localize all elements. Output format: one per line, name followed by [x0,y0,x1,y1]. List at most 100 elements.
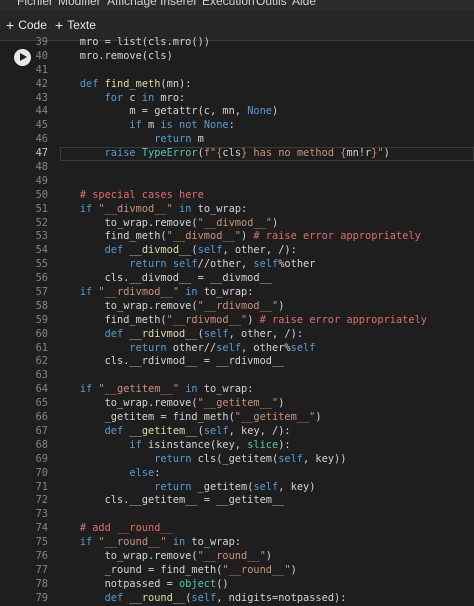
code-token: return [154,480,192,493]
code-line[interactable]: 47 raise TypeError(f"{cls} has no method… [0,147,474,162]
code-line[interactable]: 79 def __round__(self, ndigits=notpassed… [0,592,474,606]
code-line[interactable]: 61 return other//self, other%self [0,342,474,356]
code-line[interactable]: 76 to_wrap.remove("__round__") [0,550,474,564]
code-line[interactable]: 55 return self//other, self%other [0,258,474,272]
line-number: 72 [35,494,48,507]
code-line[interactable]: 78 notpassed = object() [0,578,474,592]
code-line[interactable]: 70 else: [0,467,474,481]
code-token: None [203,119,229,132]
code-token: def [104,424,124,437]
menu-modifier[interactable]: Modifier [58,0,101,8]
line-number: 54 [35,244,48,257]
line-number: 53 [35,230,48,243]
code-line[interactable]: 48 [0,161,474,175]
code-token: , other% [241,341,291,354]
code-token: cls.__getitem__ = __getitem__ [55,494,285,507]
code-token: def [79,77,99,90]
code-line[interactable]: 73 [0,508,474,522]
menu-execution[interactable]: Exécution [202,0,255,8]
line-number: 76 [35,549,48,562]
code-line[interactable]: 39 mro = list(cls.mro()) [0,36,474,50]
code-line[interactable]: 67 def __getitem__(self, key, /): [0,425,474,439]
code-token: mro.remove(cls) [55,49,173,62]
code-line[interactable]: 75 if "__round__" in to_wrap: [0,536,474,550]
code-token: ) [278,299,285,312]
line-number: 75 [35,536,48,549]
add-code-cell-button[interactable]: + Code [6,16,47,34]
code-token: m [191,133,204,146]
code-line[interactable]: 45 if m is not None: [0,119,474,133]
code-line[interactable]: 52 to_wrap.remove("__divmod__") [0,217,474,231]
line-number: 52 [35,216,48,229]
code-line[interactable]: 64 if "__getitem__" in to_wrap: [0,383,474,397]
code-token: self [253,480,279,493]
code-token: None [247,105,272,118]
code-token: ) [241,230,254,243]
code-line[interactable]: 44 m = getattr(c, mn, None) [0,105,474,119]
code-token: "__divmod__" [166,230,241,243]
code-line[interactable]: 65 to_wrap.remove("__getitem__") [0,397,474,411]
code-line[interactable]: 54 def __divmod__(self, other, /): [0,244,474,258]
menu-inserer[interactable]: Insérer [160,0,197,8]
code-line[interactable]: 41 [0,64,474,78]
line-number: 51 [35,202,48,215]
code-line[interactable]: 43 for c in mro: [0,92,474,106]
code-line[interactable]: 72 cls.__getitem__ = __getitem__ [0,494,474,508]
code-token: ) [265,549,272,562]
code-line[interactable]: 57 if "__rdivmod__" in to_wrap: [0,286,474,300]
code-token: slice [247,438,279,451]
code-line[interactable]: 74 # add __round__ [0,522,474,536]
code-token: "__divmod__" [98,202,173,215]
code-line[interactable]: 60 def __rdivmod__(self, other, /): [0,328,474,342]
code-line[interactable]: 42 def find_meth(mn): [0,78,474,92]
code-line[interactable]: 68 if isinstance(key, slice): [0,439,474,453]
code-token: return [154,452,192,465]
menu-bar: Fichier Modifier Affichage Insérer Exécu… [0,0,474,10]
code-token: %other [278,258,316,271]
code-line[interactable]: 53 find_meth("__divmod__") # raise error… [0,230,474,244]
menu-fichier[interactable]: Fichier [17,0,53,8]
code-token: to_wrap.remove( [55,299,198,312]
code-token: "__round__" [222,563,291,576]
code-line[interactable]: 51 if "__divmod__" in to_wrap: [0,203,474,217]
code-line[interactable]: 77 _round = find_meth("__round__") [0,564,474,578]
code-line[interactable]: 50 # special cases here [0,189,474,203]
code-token: _round = find_meth( [55,563,223,576]
code-token: _getitem = find_meth( [55,411,235,424]
code-line[interactable]: 69 return cls(_getitem(self, key)) [0,453,474,467]
code-token: () [216,577,229,590]
code-token: (mn): [160,77,192,90]
code-line[interactable]: 46 return m [0,133,474,147]
code-line[interactable]: 49 [0,175,474,189]
code-token: self [253,258,279,271]
add-text-cell-button[interactable]: + Texte [55,16,96,34]
code-token: cls(_getitem( [191,452,279,465]
add-text-label: Texte [67,18,96,32]
code-line[interactable]: 62 cls.__rdivmod__ = __rdivmod__ [0,355,474,369]
code-token: "__round__" [197,549,266,562]
code-line[interactable]: 58 to_wrap.remove("__rdivmod__") [0,300,474,314]
code-token: in [179,202,192,215]
run-cell-button[interactable] [14,49,31,66]
code-token: in [185,383,198,396]
line-number: 74 [35,522,48,535]
menu-aide[interactable]: Aide [292,0,316,8]
code-line[interactable]: 63 [0,369,474,383]
code-line[interactable]: 71 return _getitem(self, key) [0,481,474,495]
code-line[interactable]: 40 mro.remove(cls) [0,50,474,64]
code-line[interactable]: 59 find_meth("__rdivmod__") # raise erro… [0,314,474,328]
code-line[interactable]: 56 cls.__divmod__ = __divmod__ [0,272,474,286]
code-cell[interactable]: 39 mro = list(cls.mro()) 40 mro.remove(cl… [0,36,474,604]
code-token: find_meth( [55,230,167,243]
code-token: "__rdivmod__" [197,299,279,312]
line-number: 59 [35,313,48,326]
code-token: self [278,452,304,465]
menu-outils[interactable]: Outils [256,0,287,8]
code-line[interactable]: 66 _getitem = find_meth("__getitem__") [0,411,474,425]
code-editor[interactable]: 39 mro = list(cls.mro()) 40 mro.remove(cl… [0,36,474,606]
menu-affichage[interactable]: Affichage [107,0,157,8]
